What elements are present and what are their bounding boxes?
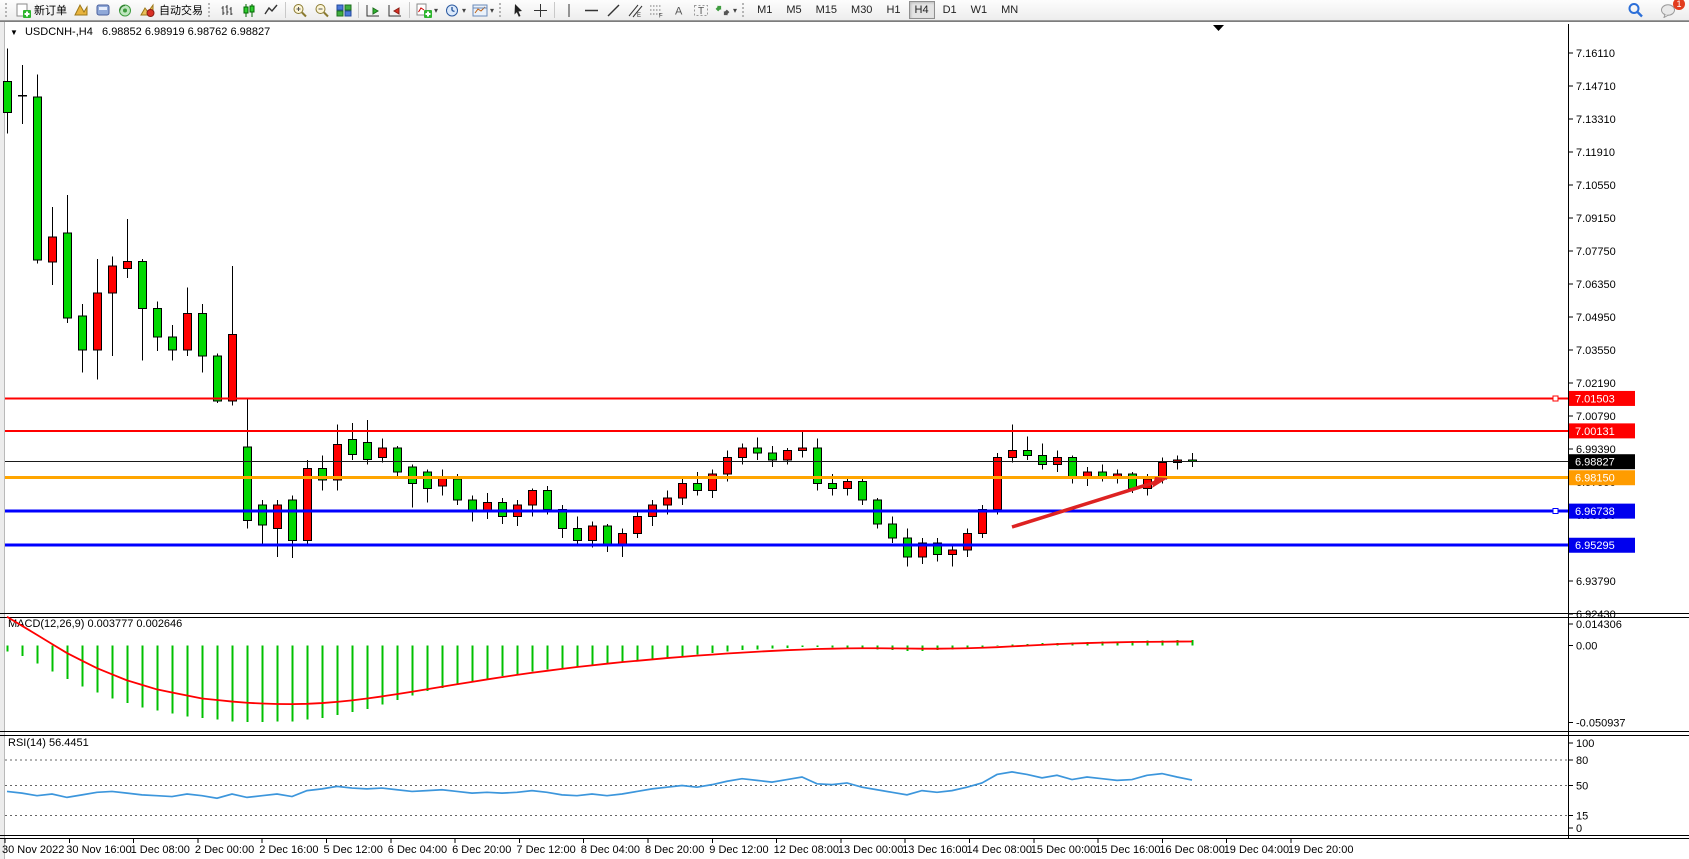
chart-canvas[interactable]: 7.16110 7.14710 7.13310 7.11910 7.10550 7.091… <box>0 0 1689 859</box>
price-label-box: 6.98150 <box>1569 470 1635 485</box>
time-axis: 30 Nov 202230 Nov 16:001 Dec 08:00 2 Dec … <box>2 839 1353 856</box>
collapse-arrow-icon[interactable]: ▼ <box>10 28 18 37</box>
trend-arrow-annotation[interactable] <box>1012 477 1168 527</box>
svg-text:7.01503: 7.01503 <box>1575 393 1615 405</box>
svg-text:15 Dec 16:00: 15 Dec 16:00 <box>1095 844 1160 856</box>
mt4-window: 新订单 自动交易 <box>0 0 1689 859</box>
svg-text:13 Dec 00:00: 13 Dec 00:00 <box>838 844 903 856</box>
price-label-box: 7.00131 <box>1569 423 1635 438</box>
svg-text:13 Dec 16:00: 13 Dec 16:00 <box>902 844 967 856</box>
svg-text:14 Dec 08:00: 14 Dec 08:00 <box>967 844 1032 856</box>
rsi-line <box>7 772 1192 798</box>
svg-text:7.02190: 7.02190 <box>1576 378 1616 390</box>
chart-symbol-period: USDCNH-,H4 <box>25 26 93 38</box>
svg-text:30 Nov 2022: 30 Nov 2022 <box>2 844 64 856</box>
svg-text:16 Dec 08:00: 16 Dec 08:00 <box>1159 844 1224 856</box>
svg-text:7.04950: 7.04950 <box>1576 312 1616 324</box>
price-label-box: 6.98827 <box>1569 454 1635 469</box>
svg-text:0.014306: 0.014306 <box>1576 619 1622 631</box>
svg-text:7.10550: 7.10550 <box>1576 180 1616 192</box>
svg-text:6 Dec 04:00: 6 Dec 04:00 <box>388 844 447 856</box>
level-anchor[interactable] <box>1553 396 1558 401</box>
svg-text:7.14710: 7.14710 <box>1576 81 1616 93</box>
price-label-box: 7.01503 <box>1569 391 1635 406</box>
svg-text:7 Dec 12:00: 7 Dec 12:00 <box>516 844 575 856</box>
svg-text:7.07750: 7.07750 <box>1576 246 1616 258</box>
price-label-box: 6.96738 <box>1569 504 1635 519</box>
svg-text:7.13310: 7.13310 <box>1576 114 1616 126</box>
chart-ohlc-readout: 6.98852 6.98919 6.98762 6.98827 <box>102 26 270 38</box>
svg-text:5 Dec 12:00: 5 Dec 12:00 <box>324 844 383 856</box>
price-axis: 7.16110 7.14710 7.13310 7.11910 7.10550 7.091… <box>1568 48 1616 621</box>
svg-text:7.00790: 7.00790 <box>1576 411 1616 423</box>
candles <box>4 49 1197 567</box>
svg-text:15 Dec 00:00: 15 Dec 00:00 <box>1031 844 1096 856</box>
svg-text:19 Dec 04:00: 19 Dec 04:00 <box>1224 844 1289 856</box>
svg-text:6.98150: 6.98150 <box>1575 473 1615 485</box>
svg-text:6.98827: 6.98827 <box>1575 457 1615 469</box>
price-label-box: 6.95295 <box>1569 538 1635 553</box>
chart-title: ▼ USDCNH-,H4 6.98852 6.98919 6.98762 6.9… <box>10 26 270 38</box>
svg-text:0.00: 0.00 <box>1576 641 1597 653</box>
svg-text:50: 50 <box>1576 781 1588 793</box>
svg-text:9 Dec 12:00: 9 Dec 12:00 <box>709 844 768 856</box>
svg-text:7.00131: 7.00131 <box>1575 426 1615 438</box>
svg-text:19 Dec 20:00: 19 Dec 20:00 <box>1288 844 1353 856</box>
macd-signal-line <box>7 617 1192 704</box>
svg-text:7.09150: 7.09150 <box>1576 213 1616 225</box>
svg-text:8 Dec 20:00: 8 Dec 20:00 <box>645 844 704 856</box>
svg-text:7.06350: 7.06350 <box>1576 279 1616 291</box>
svg-text:2 Dec 00:00: 2 Dec 00:00 <box>195 844 254 856</box>
svg-text:6.93790: 6.93790 <box>1576 576 1616 588</box>
svg-text:-0.050937: -0.050937 <box>1576 718 1626 730</box>
svg-text:0: 0 <box>1576 823 1582 835</box>
svg-text:6.95295: 6.95295 <box>1575 540 1615 552</box>
svg-text:7.16110: 7.16110 <box>1576 48 1615 60</box>
level-anchor[interactable] <box>1553 509 1558 514</box>
rsi-indicator: 100 80 50 150 <box>5 738 1594 835</box>
svg-text:1 Dec 08:00: 1 Dec 08:00 <box>131 844 190 856</box>
svg-text:100: 100 <box>1576 738 1594 750</box>
svg-text:7.11910: 7.11910 <box>1576 147 1615 159</box>
svg-text:8 Dec 04:00: 8 Dec 04:00 <box>581 844 640 856</box>
chart-shift-marker[interactable] <box>1213 25 1224 31</box>
svg-text:6.96738: 6.96738 <box>1575 506 1615 518</box>
svg-text:6.99390: 6.99390 <box>1576 444 1616 456</box>
svg-text:15: 15 <box>1576 810 1588 822</box>
horizontal-levels[interactable] <box>5 396 1568 545</box>
svg-text:30 Nov 16:00: 30 Nov 16:00 <box>66 844 131 856</box>
svg-text:80: 80 <box>1576 755 1588 767</box>
macd-indicator: 0.014306 0.00 -0.050937 <box>7 617 1626 730</box>
svg-text:6 Dec 20:00: 6 Dec 20:00 <box>452 844 511 856</box>
svg-text:12 Dec 08:00: 12 Dec 08:00 <box>774 844 839 856</box>
svg-text:2 Dec 16:00: 2 Dec 16:00 <box>259 844 318 856</box>
svg-text:7.03550: 7.03550 <box>1576 345 1616 357</box>
